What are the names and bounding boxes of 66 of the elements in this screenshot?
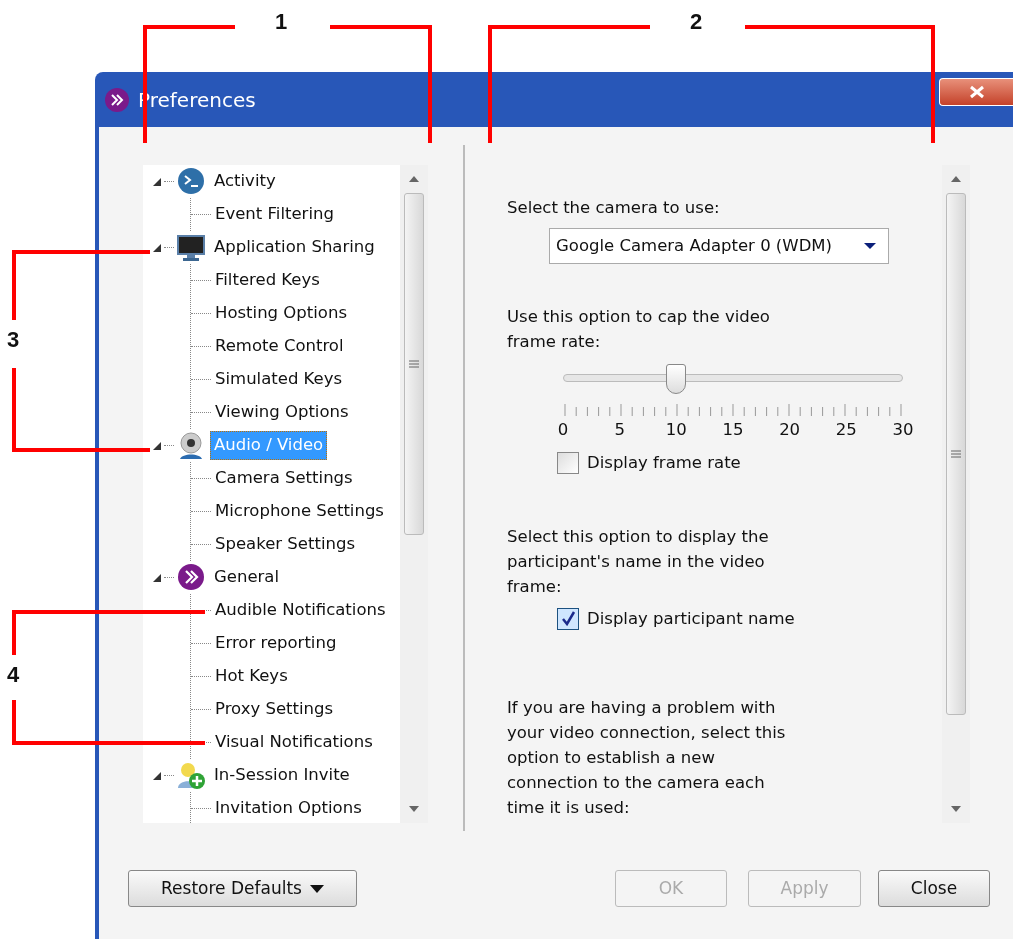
tree-item[interactable]: Proxy Settings — [211, 695, 338, 724]
frame-rate-label: Use this option to cap the video frame rate: — [507, 306, 771, 353]
slider-thumb[interactable] — [666, 364, 687, 394]
checkbox-label[interactable]: Display participant name — [587, 606, 795, 632]
tree-item[interactable]: Event Filtering — [211, 200, 338, 229]
close-icon — [968, 85, 985, 99]
grip-icon — [951, 450, 961, 458]
dialog-button[interactable]: Close — [878, 870, 990, 907]
close-button[interactable] — [939, 78, 1013, 106]
monitor-icon — [176, 232, 206, 263]
tree-item[interactable]: Remote Control — [211, 332, 348, 361]
tree-item[interactable]: Speaker Settings — [211, 530, 360, 559]
tick-label: 10 — [664, 419, 688, 441]
tree-item[interactable]: Viewing Options — [211, 398, 353, 427]
tree-item[interactable]: Simulated Keys — [211, 365, 347, 394]
tree-item[interactable]: Camera Settings — [211, 464, 357, 493]
camera-label: Select the camera to use: — [507, 197, 721, 219]
reconnect-label: If you are having a problem with your video connection, select this option to establish a new connection to the camera each time it is used: — [507, 697, 787, 820]
tick-label: 30 — [891, 419, 915, 441]
tree-item[interactable]: General — [210, 563, 284, 592]
tick-label: 0 — [556, 419, 570, 441]
app-logo-icon — [104, 86, 130, 113]
tree-item[interactable]: Error reporting — [211, 629, 341, 658]
scrollbar-thumb[interactable] — [404, 193, 424, 535]
checkbox[interactable] — [557, 452, 579, 475]
camera-dropdown[interactable]: Google Camera Adapter 0 (WDM) — [549, 228, 889, 264]
scroll-down-icon[interactable] — [408, 805, 420, 813]
expanded-arrow-icon[interactable] — [153, 771, 161, 780]
add-person-icon — [176, 760, 206, 791]
scroll-down-icon[interactable] — [950, 805, 962, 813]
tree-item[interactable]: Filtered Keys — [211, 266, 324, 295]
participant-label: Select this option to display the participant's name in the video frame: — [507, 525, 770, 598]
tree-item[interactable]: In-Session Invite — [210, 761, 354, 790]
caret-icon — [309, 884, 324, 893]
expanded-arrow-icon[interactable] — [153, 441, 161, 450]
callout-number: 4 — [7, 662, 20, 688]
expanded-arrow-icon[interactable] — [153, 573, 161, 582]
scroll-up-icon[interactable] — [950, 175, 962, 183]
callout-number: 1 — [275, 9, 288, 35]
scrollbar[interactable] — [942, 165, 970, 823]
tree-item[interactable]: Hosting Options — [211, 299, 351, 328]
tick-label: 25 — [834, 419, 858, 441]
grip-icon — [409, 360, 419, 368]
restore-defaults-button[interactable]: Restore Defaults — [128, 870, 357, 907]
tree-item[interactable]: Application Sharing — [210, 233, 379, 262]
checkbox-label[interactable]: Display frame rate — [587, 450, 741, 476]
callout-number: 2 — [690, 9, 703, 35]
dropdown-caret-icon — [864, 243, 876, 249]
chevron-logo-icon — [176, 562, 206, 593]
tick-label: 20 — [778, 419, 802, 441]
scrollbar[interactable] — [400, 165, 428, 823]
callout-number: 3 — [7, 327, 20, 353]
scrollbar-thumb[interactable] — [946, 193, 966, 715]
tick-label: 5 — [613, 419, 626, 441]
expanded-arrow-icon[interactable] — [153, 243, 161, 252]
checkmark-icon — [560, 611, 576, 627]
tree-item[interactable]: Invitation Options — [211, 794, 366, 823]
tree-item[interactable]: Audible Notifications — [211, 596, 390, 625]
tree-item[interactable]: Activity — [210, 167, 280, 196]
tree-item[interactable]: Hot Keys — [211, 662, 292, 691]
tree-item[interactable]: Visual Notifications — [211, 728, 377, 757]
tree-item[interactable]: Microphone Settings — [211, 497, 388, 526]
tick-label: 15 — [721, 419, 745, 441]
scroll-up-icon[interactable] — [408, 175, 420, 183]
checkbox[interactable] — [557, 607, 579, 630]
expanded-arrow-icon[interactable] — [153, 177, 161, 186]
